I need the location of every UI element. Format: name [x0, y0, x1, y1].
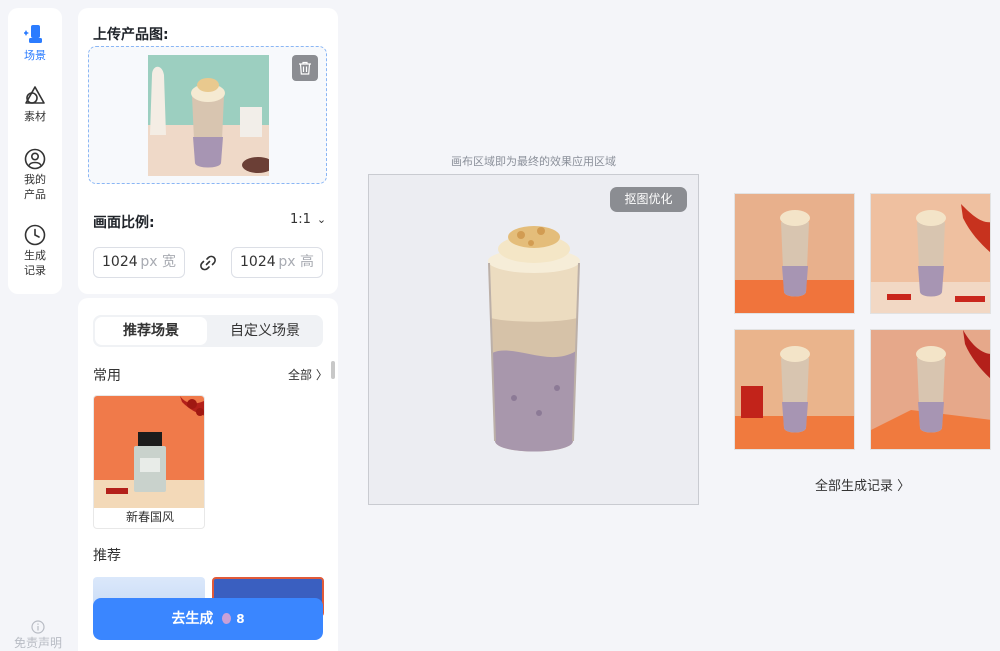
material-icon: [25, 86, 45, 104]
trash-icon: [299, 61, 311, 75]
scene-card-new-year[interactable]: 新春国风: [93, 395, 205, 529]
height-value: 1024: [240, 254, 276, 270]
nav-item-my-products[interactable]: 我的 产品: [8, 148, 62, 202]
height-input[interactable]: 1024 px 高: [231, 247, 323, 278]
chevron-down-icon: ⌄: [316, 213, 327, 226]
link-icon[interactable]: [198, 253, 218, 273]
scene-icon: [24, 25, 42, 43]
disclaimer-label: 免责声明: [13, 636, 62, 650]
scene-thumbnail: [94, 396, 204, 508]
nav-label-material: 素材: [24, 110, 46, 123]
width-input[interactable]: 1024 px 宽: [93, 247, 185, 278]
all-records-link[interactable]: 全部生成记录 〉: [815, 475, 910, 494]
scene-panel: 推荐场景 自定义场景 常用 全部 〉 新春国风 推荐 去生成 8: [78, 298, 338, 651]
user-icon: [24, 148, 46, 170]
upload-panel: 上传产品图: 画面比例: 1:1 ⌄ 1024 px 宽 1024 px 高: [78, 8, 338, 294]
disclaimer-link[interactable]: 免责声明: [6, 620, 70, 650]
canvas-hint: 画布区域即为最终的效果应用区域: [451, 155, 616, 168]
result-image-3[interactable]: [734, 329, 855, 450]
nav-label-history-2: 记录: [24, 264, 46, 277]
side-nav: 场景 素材 我的 产品 生成 记录: [8, 8, 62, 294]
clock-icon: [24, 224, 46, 246]
scene-card-label: 新春国风: [125, 510, 174, 524]
editing-canvas[interactable]: 抠图优化: [368, 174, 699, 505]
upload-title: 上传产品图:: [93, 27, 169, 43]
scrollbar-thumb[interactable]: [331, 361, 335, 379]
nav-label-scene: 场景: [24, 49, 46, 62]
product-thumbnail: [148, 55, 269, 176]
nav-item-material[interactable]: 素材: [8, 85, 62, 124]
ratio-select[interactable]: 1:1 ⌄: [290, 212, 326, 227]
product-cutout: [488, 226, 580, 452]
generate-cost: 8: [236, 612, 245, 626]
scene-tabs: 推荐场景 自定义场景: [93, 315, 323, 347]
width-unit: px 宽: [140, 254, 176, 270]
result-image-2[interactable]: [870, 193, 991, 314]
width-value: 1024: [102, 254, 138, 270]
ratio-label: 画面比例:: [93, 215, 155, 231]
height-unit: px 高: [278, 254, 314, 270]
upload-dropzone[interactable]: [88, 46, 327, 184]
common-section-title: 常用: [93, 368, 121, 384]
nav-label-my-products-1: 我的: [24, 173, 46, 186]
cutout-optimize-button[interactable]: 抠图优化: [610, 187, 687, 212]
nav-label-my-products-2: 产品: [24, 188, 46, 201]
ratio-value: 1:1: [290, 212, 311, 227]
result-image-1[interactable]: [734, 193, 855, 314]
generate-button[interactable]: 去生成 8: [93, 598, 323, 640]
info-icon: [31, 620, 45, 634]
nav-item-history[interactable]: 生成 记录: [8, 224, 62, 278]
delete-image-button[interactable]: [292, 55, 318, 81]
recommend-section-title: 推荐: [93, 548, 121, 564]
generate-label: 去生成: [171, 611, 214, 627]
result-image-4[interactable]: [870, 329, 991, 450]
view-all-link[interactable]: 全部 〉: [288, 366, 328, 383]
tab-custom[interactable]: 自定义场景: [209, 317, 321, 345]
nav-item-scene[interactable]: 场景: [8, 24, 62, 63]
tab-recommended[interactable]: 推荐场景: [95, 317, 207, 345]
nav-label-history-1: 生成: [24, 249, 46, 262]
credit-icon: [222, 613, 232, 624]
